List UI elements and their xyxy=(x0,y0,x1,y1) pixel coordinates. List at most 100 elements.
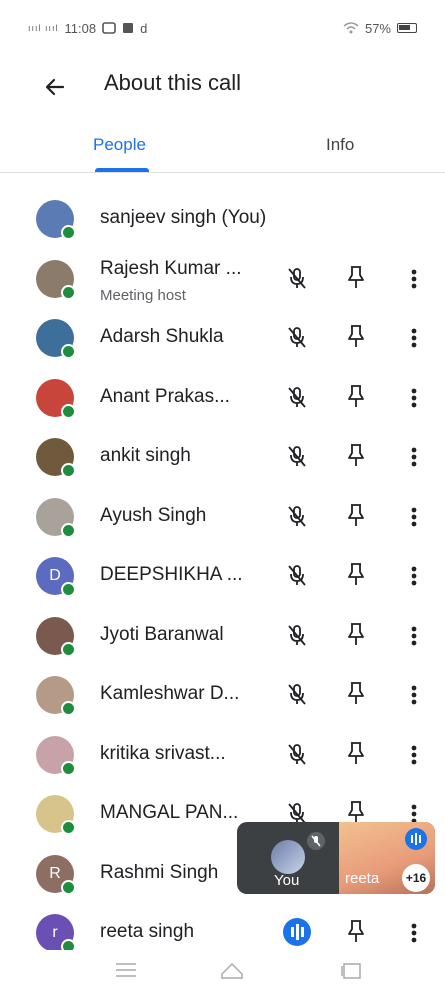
more-options-icon[interactable] xyxy=(405,442,423,472)
pin-icon[interactable] xyxy=(342,381,370,411)
online-status-dot xyxy=(61,701,76,716)
app-bar: About this call xyxy=(0,56,445,116)
avatar-initial: r xyxy=(52,924,58,941)
more-options-icon[interactable] xyxy=(405,680,423,710)
participant-row[interactable]: sanjeev singh (You) xyxy=(0,190,445,249)
battery-percent: 57% xyxy=(364,20,391,36)
tab-info[interactable]: Info xyxy=(326,118,354,172)
pin-icon[interactable] xyxy=(342,262,370,292)
pip-extra-count: +16 xyxy=(402,864,430,892)
participant-row[interactable]: Anant Prakas... xyxy=(0,369,445,428)
speaking-indicator-icon xyxy=(283,918,311,946)
pin-icon[interactable] xyxy=(342,500,370,530)
pin-icon[interactable] xyxy=(342,678,370,708)
mic-off-icon[interactable] xyxy=(283,621,311,649)
mic-off-icon[interactable] xyxy=(283,502,311,530)
participant-name: Jyoti Baranwal xyxy=(100,623,224,645)
online-status-dot xyxy=(61,463,76,478)
participant-row[interactable]: Ayush Singh xyxy=(0,488,445,547)
mic-off-icon[interactable] xyxy=(283,561,311,589)
avatar-initial: R xyxy=(49,864,61,882)
tab-people[interactable]: People xyxy=(93,118,146,172)
avatar: D xyxy=(36,557,76,597)
picture-in-picture[interactable]: You reeta +16 xyxy=(237,822,435,894)
avatar xyxy=(36,200,76,240)
mic-off-icon[interactable] xyxy=(283,740,311,768)
pip-mic-off-icon xyxy=(307,832,325,850)
mic-off-icon[interactable] xyxy=(283,264,311,292)
participant-name: Kamleshwar D... xyxy=(100,683,240,704)
mic-off-icon[interactable] xyxy=(283,323,311,351)
status-right: 57% xyxy=(343,21,417,36)
avatar xyxy=(36,795,76,835)
avatar-initial: D xyxy=(49,567,61,584)
participant-name: Ayush Singh xyxy=(100,504,207,526)
back-button[interactable] xyxy=(38,70,72,104)
avatar xyxy=(36,438,76,478)
more-options-icon[interactable] xyxy=(405,740,423,770)
media-icon xyxy=(123,23,134,33)
online-status-dot xyxy=(61,522,76,538)
avatar xyxy=(36,319,76,359)
page-title: About this call xyxy=(104,70,241,95)
status-bar: ıııl ıııl 11:08 d 57% xyxy=(0,0,445,56)
online-status-dot xyxy=(61,344,76,359)
participant-row[interactable]: D DEEPSHIKHA ... xyxy=(0,547,445,606)
avatar: r xyxy=(36,914,76,954)
participant-name: Anant Prakas... xyxy=(100,385,230,407)
more-options-icon[interactable] xyxy=(405,264,423,294)
battery-icon xyxy=(397,23,417,33)
participant-row[interactable]: Adarsh Shukla xyxy=(0,309,445,368)
pin-icon[interactable] xyxy=(342,440,370,470)
online-status-dot xyxy=(61,879,76,895)
pin-icon[interactable] xyxy=(342,619,370,649)
mic-off-icon[interactable] xyxy=(283,442,311,470)
more-options-icon[interactable] xyxy=(405,621,423,651)
status-time: 11:08 xyxy=(64,20,97,36)
online-status-dot xyxy=(61,225,76,240)
cast-icon xyxy=(102,22,116,34)
menu-icon[interactable] xyxy=(112,960,140,980)
participant-name: kritika srivast... xyxy=(100,742,226,764)
pin-icon[interactable] xyxy=(342,559,370,589)
more-options-icon[interactable] xyxy=(405,561,423,591)
pip-self-tile[interactable]: You xyxy=(237,822,337,894)
more-options-icon[interactable] xyxy=(405,383,423,413)
participant-name: Rajesh Kumar ... xyxy=(100,257,242,279)
avatar xyxy=(36,259,76,300)
tab-bar: People Info xyxy=(0,118,445,173)
home-icon[interactable] xyxy=(218,960,246,980)
mic-off-icon[interactable] xyxy=(283,383,311,411)
participant-row[interactable]: Kamleshwar D... xyxy=(0,666,445,725)
pip-self-label: You xyxy=(274,872,300,889)
avatar: R xyxy=(36,854,76,895)
participant-role: Meeting host xyxy=(100,286,186,304)
online-status-dot xyxy=(61,820,76,835)
participant-row[interactable]: Jyoti Baranwal xyxy=(0,607,445,666)
participant-name: MANGAL PAN... xyxy=(100,802,239,823)
avatar xyxy=(36,676,76,716)
online-status-dot xyxy=(61,760,76,776)
participant-name: ankit singh xyxy=(100,445,191,466)
system-nav-bar xyxy=(0,950,445,991)
pin-icon[interactable] xyxy=(342,321,370,351)
more-options-icon[interactable] xyxy=(405,918,423,948)
pin-icon[interactable] xyxy=(342,738,370,768)
wifi-icon xyxy=(343,22,359,34)
avatar xyxy=(36,735,76,776)
status-left: ıııl ıııl 11:08 d xyxy=(28,21,147,36)
participant-row[interactable]: kritika srivast... xyxy=(0,726,445,785)
participant-row[interactable]: ankit singh xyxy=(0,428,445,487)
active-tab-indicator xyxy=(95,168,149,172)
pin-icon[interactable] xyxy=(342,916,370,946)
pip-other-tile[interactable]: reeta +16 xyxy=(339,822,435,894)
notification-icon: d xyxy=(140,20,148,36)
mic-off-icon[interactable] xyxy=(283,680,311,708)
participant-row[interactable]: Rajesh Kumar ... Meeting host xyxy=(0,250,445,309)
avatar xyxy=(36,497,76,538)
more-options-icon[interactable] xyxy=(405,502,423,532)
more-options-icon[interactable] xyxy=(405,323,423,353)
participant-name: sanjeev singh (You) xyxy=(100,207,267,228)
recent-apps-icon[interactable] xyxy=(338,960,366,980)
online-status-dot xyxy=(61,284,76,300)
